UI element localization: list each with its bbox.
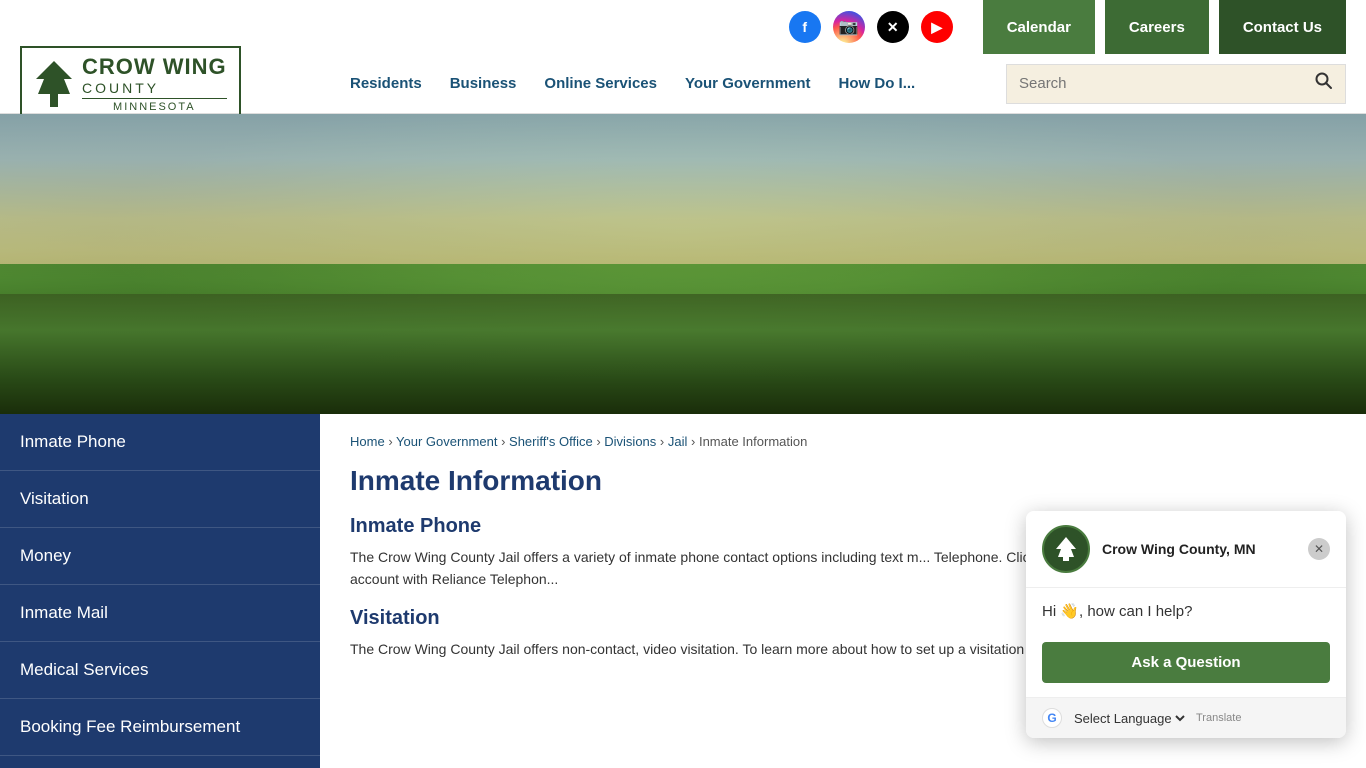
nav-business[interactable]: Business [450, 75, 517, 92]
nav-how-do-i[interactable]: How Do I... [839, 75, 916, 92]
logo-crow-wing: CROW WING [82, 54, 227, 80]
translate-label: Translate [1196, 712, 1241, 724]
sidebar-item-visitation[interactable]: Visitation [0, 471, 320, 528]
sidebar-item-inmate-mail[interactable]: Inmate Mail [0, 585, 320, 642]
logo-text: CROW WING COUNTY MINNESOTA [82, 54, 227, 113]
logo-area[interactable]: CROW WING COUNTY MINNESOTA [20, 46, 330, 121]
sidebar-item-inmate-phone[interactable]: Inmate Phone [0, 414, 320, 471]
search-bar [1006, 64, 1346, 104]
sidebar-item-booking-fee[interactable]: Booking Fee Reimbursement [0, 699, 320, 756]
nav-bar: CROW WING COUNTY MINNESOTA Residents Bus… [0, 54, 1366, 114]
breadcrumb-sep-1: › [388, 434, 396, 449]
logo-tree-icon [34, 59, 74, 109]
nav-online-services[interactable]: Online Services [544, 75, 657, 92]
google-icon: G [1042, 708, 1062, 728]
x-twitter-icon[interactable]: ✕ [877, 11, 909, 43]
ask-question-button[interactable]: Ask a Question [1042, 642, 1330, 683]
breadcrumb: Home › Your Government › Sheriff's Offic… [350, 434, 1336, 449]
chat-widget: Crow Wing County, MN ✕ Hi 👋, how can I h… [1026, 511, 1346, 738]
breadcrumb-home[interactable]: Home [350, 434, 385, 449]
sidebar: Inmate Phone Visitation Money Inmate Mai… [0, 414, 320, 768]
nav-residents[interactable]: Residents [350, 75, 422, 92]
breadcrumb-your-government[interactable]: Your Government [396, 434, 497, 449]
hero-image [0, 114, 1366, 414]
search-button[interactable] [1315, 72, 1333, 95]
breadcrumb-sep-5: › [691, 434, 699, 449]
breadcrumb-jail[interactable]: Jail [668, 434, 688, 449]
breadcrumb-sep-2: › [501, 434, 509, 449]
hero-background [0, 114, 1366, 414]
breadcrumb-divisions[interactable]: Divisions [604, 434, 656, 449]
nav-your-government[interactable]: Your Government [685, 75, 811, 92]
sidebar-item-money[interactable]: Money [0, 528, 320, 585]
logo-box: CROW WING COUNTY MINNESOTA [20, 46, 241, 121]
chat-translate-bar: G Select Language Spanish French German … [1026, 697, 1346, 738]
sidebar-item-medical-services[interactable]: Medical Services [0, 642, 320, 699]
chat-logo-icon [1048, 531, 1084, 567]
youtube-icon[interactable]: ▶ [921, 11, 953, 43]
facebook-icon[interactable]: f [789, 11, 821, 43]
breadcrumb-current: Inmate Information [699, 434, 807, 449]
chat-close-button[interactable]: ✕ [1308, 538, 1330, 560]
chat-avatar [1042, 525, 1090, 573]
page-title: Inmate Information [350, 465, 1336, 497]
chat-greeting: Hi 👋, how can I help? [1026, 588, 1346, 634]
instagram-icon[interactable]: 📷 [833, 11, 865, 43]
breadcrumb-sep-4: › [660, 434, 668, 449]
logo-county: COUNTY [82, 80, 227, 96]
chat-county-name: Crow Wing County, MN [1102, 541, 1256, 557]
careers-button[interactable]: Careers [1105, 0, 1209, 54]
language-select[interactable]: Select Language Spanish French German [1070, 710, 1188, 727]
logo-minnesota: MINNESOTA [82, 98, 227, 113]
search-icon [1315, 72, 1333, 90]
contact-button[interactable]: Contact Us [1219, 0, 1346, 54]
chat-header: Crow Wing County, MN ✕ [1026, 511, 1346, 588]
search-input[interactable] [1019, 75, 1315, 92]
calendar-button[interactable]: Calendar [983, 0, 1095, 54]
social-icons: f 📷 ✕ ▶ [789, 11, 953, 43]
breadcrumb-sheriffs-office[interactable]: Sheriff's Office [509, 434, 593, 449]
nav-links: Residents Business Online Services Your … [350, 75, 1006, 92]
